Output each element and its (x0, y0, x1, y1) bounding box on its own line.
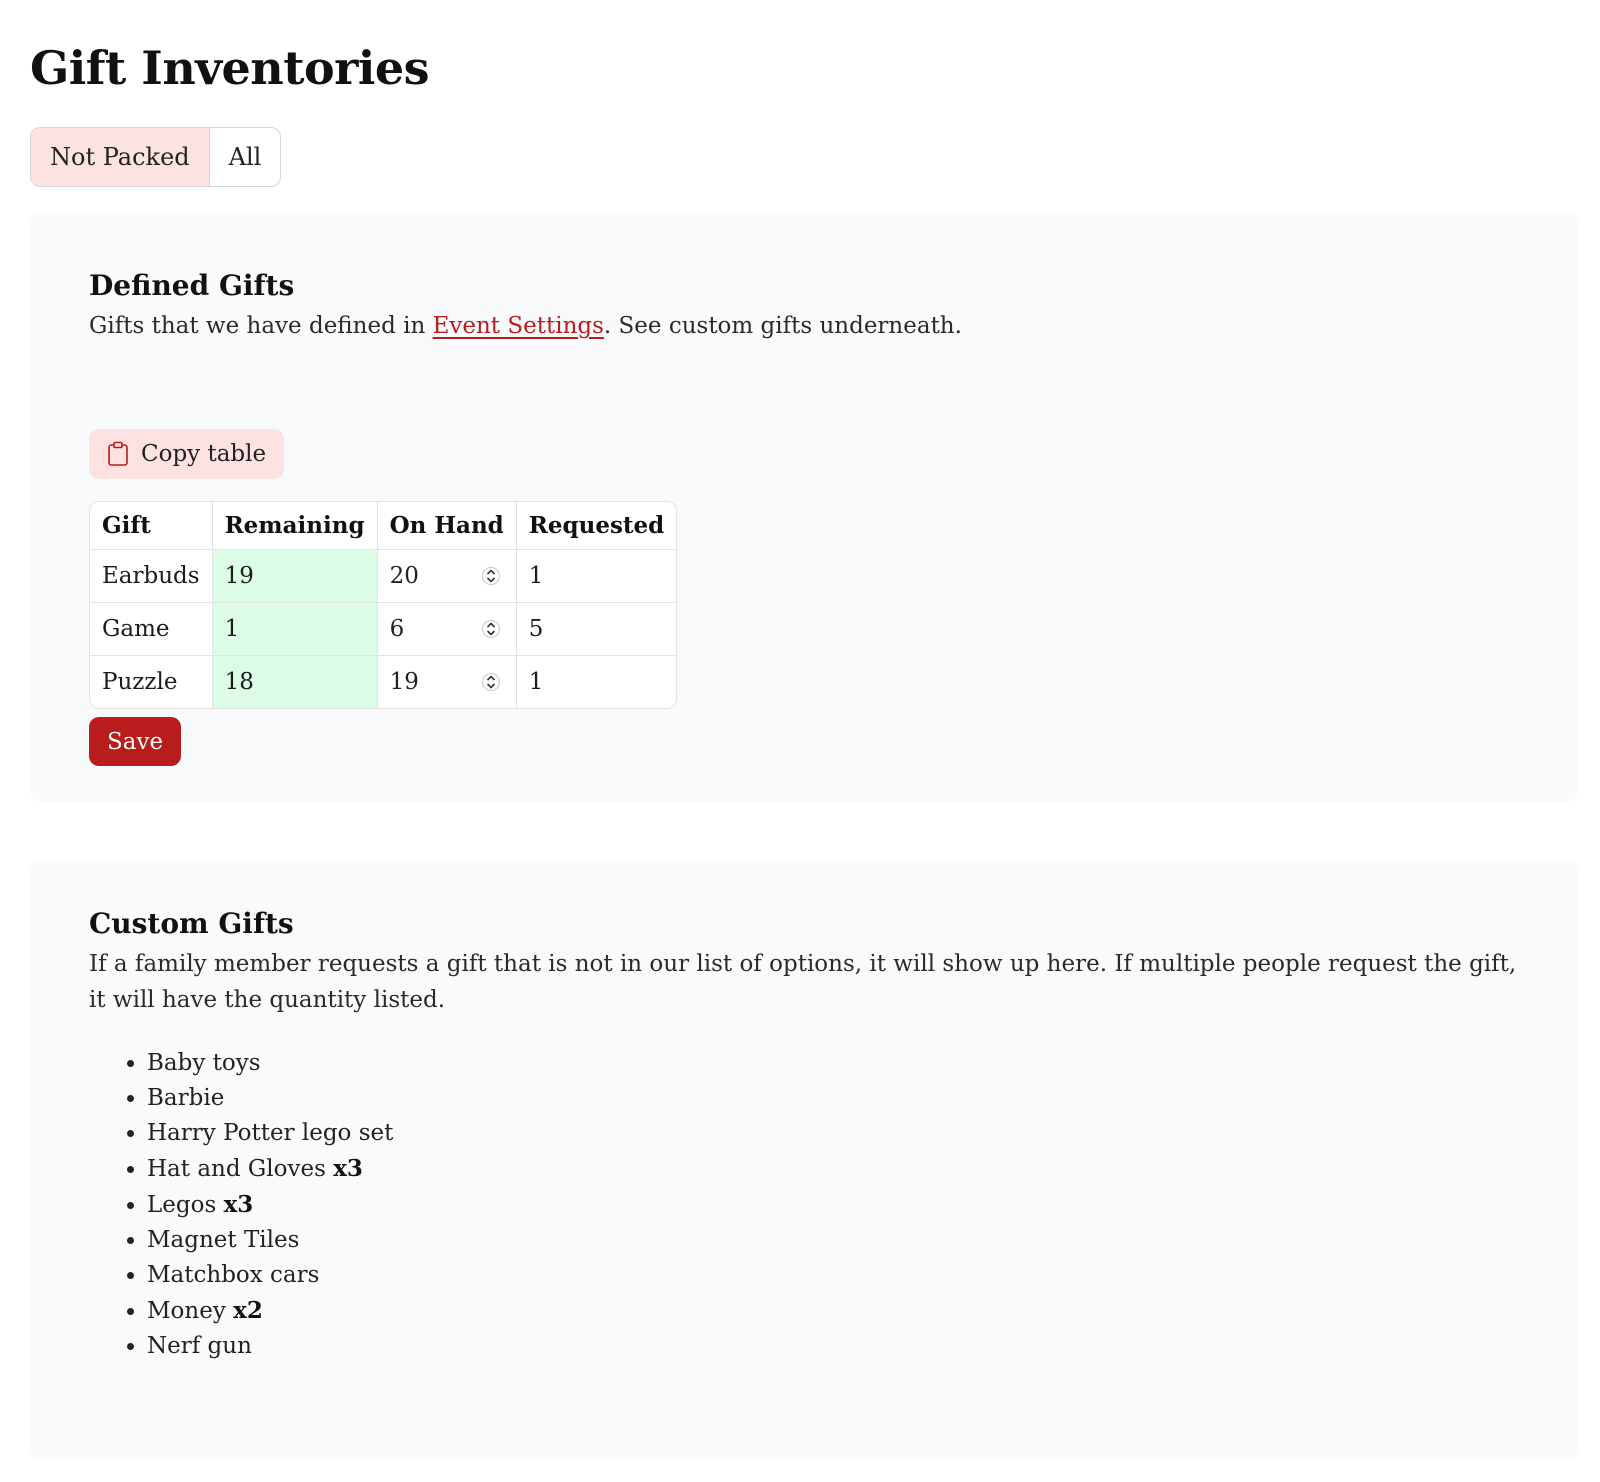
copy-table-label: Copy table (141, 441, 267, 467)
gift-name-cell: Game (90, 603, 213, 656)
table-row: Earbuds 19 1 (90, 550, 677, 603)
event-settings-link[interactable]: Event Settings (433, 313, 604, 339)
remaining-cell: 18 (212, 656, 378, 708)
spinner-arrows-icon[interactable] (481, 564, 500, 588)
list-item: Hat and Gloves x3 (147, 1151, 1519, 1187)
spinner-arrows-icon[interactable] (481, 670, 500, 694)
custom-gift-name: Hat and Gloves (147, 1156, 334, 1182)
custom-gift-name: Harry Potter lego set (147, 1120, 394, 1146)
on-hand-input[interactable] (389, 669, 462, 695)
defined-gifts-title: Defined Gifts (89, 269, 295, 302)
custom-gifts-card: Custom Gifts If a family member requests… (30, 860, 1578, 1460)
save-button[interactable]: Save (89, 717, 182, 766)
custom-gifts-description: If a family member requests a gift that … (89, 951, 1517, 1013)
on-hand-cell (378, 656, 517, 708)
list-item: Legos x3 (147, 1187, 1519, 1223)
remaining-cell: 1 (212, 603, 378, 656)
spinner-arrows-icon[interactable] (481, 617, 500, 641)
custom-gift-name: Magnet Tiles (147, 1227, 300, 1253)
custom-gift-name: Barbie (147, 1085, 225, 1111)
custom-gift-name: Matchbox cars (147, 1262, 320, 1288)
custom-gifts-title: Custom Gifts (89, 907, 294, 940)
custom-gift-quantity: x2 (233, 1297, 263, 1324)
custom-gift-name: Legos (147, 1192, 224, 1218)
list-item: Harry Potter lego set (147, 1116, 1519, 1151)
custom-gifts-list: Baby toys Barbie Harry Potter lego set H… (89, 1046, 1519, 1364)
defined-gifts-content: Defined Gifts Gifts that we have defined… (89, 268, 1519, 766)
description-text-after: . See custom gifts underneath. (603, 313, 962, 339)
requested-cell: 1 (516, 550, 677, 603)
gift-name-cell: Puzzle (90, 656, 213, 708)
column-header-on-hand: On Hand (377, 502, 517, 550)
on-hand-input[interactable] (389, 616, 462, 642)
table-header-row: Gift Remaining On Hand Requested (90, 502, 677, 550)
list-item: Money x2 (147, 1293, 1519, 1329)
table-row: Game 1 5 (90, 603, 677, 656)
custom-gift-quantity: x3 (333, 1155, 363, 1182)
remaining-cell: 19 (212, 550, 378, 603)
description-text-before: Gifts that we have defined in (89, 313, 433, 339)
custom-gift-name: Nerf gun (147, 1333, 252, 1359)
filter-all-button[interactable]: All (208, 128, 281, 186)
page-title: Gift Inventories (30, 41, 430, 95)
filter-toggle-group: Not Packed All (30, 127, 282, 187)
custom-gift-quantity: x3 (223, 1191, 254, 1218)
list-item: Baby toys (147, 1046, 1519, 1081)
custom-gift-name: Money (147, 1298, 234, 1324)
table-row: Puzzle 18 1 (90, 656, 676, 708)
on-hand-cell (377, 603, 517, 656)
column-header-remaining: Remaining (212, 502, 378, 550)
filter-not-packed-button[interactable]: Not Packed (31, 128, 209, 186)
column-header-gift: Gift (90, 502, 213, 550)
defined-gifts-card: Defined Gifts Gifts that we have defined… (30, 212, 1578, 802)
clipboard-icon (107, 441, 129, 467)
gift-name-cell: Earbuds (90, 550, 213, 603)
list-item: Barbie (147, 1081, 1519, 1116)
list-item: Matchbox cars (147, 1258, 1519, 1293)
copy-table-button[interactable]: Copy table (89, 429, 285, 479)
defined-gifts-table: Gift Remaining On Hand Requested Earbuds… (89, 501, 678, 709)
column-header-requested: Requested (516, 502, 677, 550)
on-hand-input[interactable] (389, 563, 462, 589)
requested-cell: 1 (528, 669, 544, 695)
defined-gifts-description: Gifts that we have defined in Event Sett… (89, 308, 1519, 344)
on-hand-cell (377, 550, 517, 603)
custom-gift-name: Baby toys (147, 1050, 261, 1076)
requested-cell: 5 (516, 603, 677, 656)
list-item: Nerf gun (147, 1329, 1519, 1364)
list-item: Magnet Tiles (147, 1223, 1519, 1258)
custom-gifts-content: Custom Gifts If a family member requests… (89, 906, 1519, 1364)
